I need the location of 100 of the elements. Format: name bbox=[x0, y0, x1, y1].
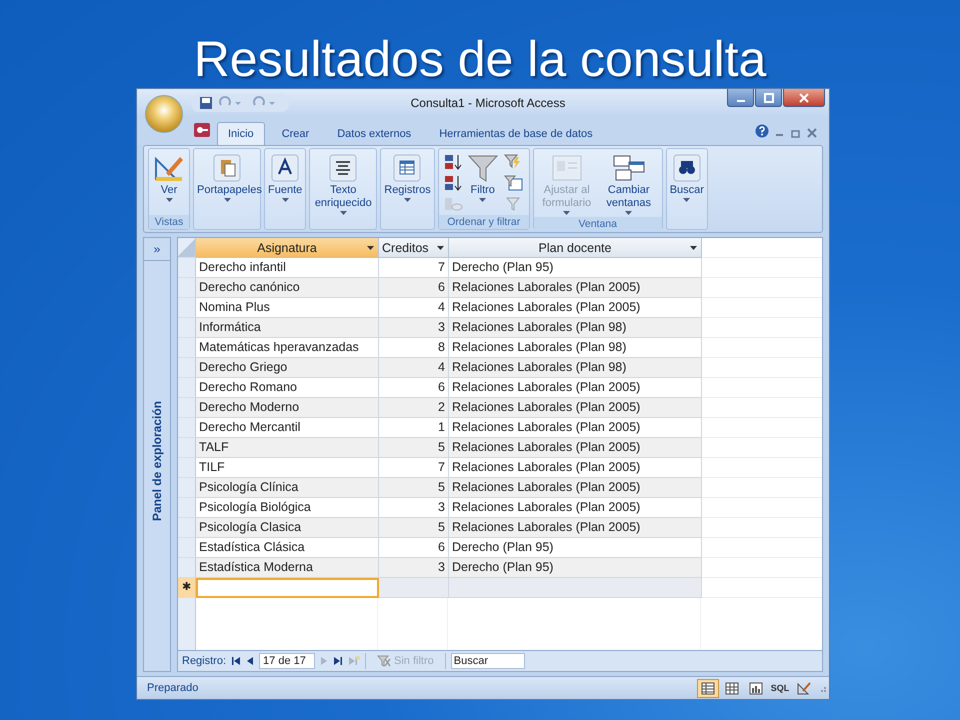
table-cell: 3 bbox=[379, 558, 449, 578]
close-button[interactable] bbox=[783, 89, 825, 107]
ribbon-tab[interactable]: Datos externos bbox=[326, 122, 422, 145]
key-icon bbox=[193, 121, 211, 139]
new-record-marker[interactable]: ✱ bbox=[178, 578, 196, 598]
ribbon-button[interactable]: Registros bbox=[383, 151, 432, 204]
table-cell: Psicología Clasica bbox=[196, 518, 379, 538]
ribbon-button[interactable]: Cambiar ventanas bbox=[598, 151, 660, 217]
table-cell: Relaciones Laborales (Plan 2005) bbox=[449, 278, 702, 298]
row-selector[interactable] bbox=[178, 398, 196, 418]
group-label: Vistas bbox=[149, 215, 189, 229]
caret-icon bbox=[683, 198, 690, 202]
office-button[interactable] bbox=[145, 95, 183, 133]
table-cell: 5 bbox=[379, 438, 449, 458]
datasheet-icon bbox=[701, 682, 715, 694]
table-cell: Derecho Moderno bbox=[196, 398, 379, 418]
row-selector[interactable] bbox=[178, 338, 196, 358]
search-field[interactable]: Buscar bbox=[450, 653, 525, 669]
table-cell: 5 bbox=[379, 478, 449, 498]
table-cell: Relaciones Laborales (Plan 98) bbox=[449, 318, 702, 338]
close-icon[interactable] bbox=[807, 128, 817, 138]
new-record-icon[interactable] bbox=[348, 656, 360, 666]
table-cell: 6 bbox=[379, 278, 449, 298]
pivot-chart-icon bbox=[749, 682, 763, 694]
row-selector[interactable] bbox=[178, 258, 196, 278]
ribbon-button[interactable]: Buscar bbox=[668, 151, 705, 204]
table-cell: Relaciones Laborales (Plan 2005) bbox=[449, 438, 702, 458]
row-selector[interactable] bbox=[178, 558, 196, 578]
maximize-button[interactable] bbox=[755, 89, 782, 107]
table-cell: 2 bbox=[379, 398, 449, 418]
caret-icon bbox=[404, 198, 411, 202]
window-title: Consulta1 - Microsoft Access bbox=[410, 96, 566, 110]
row-selector[interactable] bbox=[178, 318, 196, 338]
previous-record-icon[interactable] bbox=[246, 656, 254, 666]
table-cell: Relaciones Laborales (Plan 2005) bbox=[449, 478, 702, 498]
ribbon-button[interactable]: Filtro bbox=[464, 151, 501, 204]
form-icon bbox=[550, 153, 584, 183]
table-cell: 5 bbox=[379, 518, 449, 538]
sql-view-button[interactable]: SQL bbox=[769, 678, 791, 698]
save-icon[interactable] bbox=[199, 96, 213, 110]
row-selector[interactable] bbox=[178, 278, 196, 298]
ribbon-button[interactable]: Texto enriquecido bbox=[312, 151, 374, 217]
ribbon-button[interactable]: Fuente bbox=[267, 151, 304, 204]
row-selector[interactable] bbox=[178, 298, 196, 318]
record-position-field[interactable]: 17 de 17 bbox=[259, 653, 316, 669]
caret-icon bbox=[479, 198, 486, 202]
table-cell[interactable] bbox=[196, 578, 379, 598]
table-cell: 3 bbox=[379, 318, 449, 338]
group-label: Ventana bbox=[534, 217, 662, 231]
caret-icon bbox=[166, 198, 172, 202]
caret-icon bbox=[224, 198, 230, 202]
expand-pane-button[interactable]: » bbox=[144, 238, 170, 261]
row-selector[interactable] bbox=[178, 378, 196, 398]
restore-icon[interactable] bbox=[791, 128, 801, 138]
table-cell: Relaciones Laborales (Plan 2005) bbox=[449, 518, 702, 538]
ribbon-tab[interactable]: Crear bbox=[270, 122, 320, 145]
group-label: Ordenar y filtrar bbox=[438, 215, 529, 229]
row-selector[interactable] bbox=[178, 458, 196, 478]
row-selector[interactable] bbox=[178, 438, 196, 458]
table-cell: Estadística Moderna bbox=[196, 558, 379, 578]
row-selector[interactable] bbox=[178, 538, 196, 558]
sort-ascending-icon[interactable] bbox=[442, 153, 463, 171]
maximize-icon bbox=[764, 92, 774, 102]
row-selector[interactable] bbox=[178, 498, 196, 518]
row-selector[interactable] bbox=[178, 518, 196, 538]
column-header[interactable]: Plan docente bbox=[449, 238, 702, 258]
view-button[interactable] bbox=[697, 678, 719, 698]
sort-descending-icon[interactable] bbox=[442, 174, 463, 192]
last-record-icon[interactable] bbox=[333, 656, 344, 666]
row-selector[interactable] bbox=[178, 418, 196, 438]
row-selector[interactable] bbox=[178, 358, 196, 378]
column-header[interactable]: Creditos bbox=[379, 238, 449, 258]
column-header[interactable]: Asignatura bbox=[196, 238, 379, 258]
table-cell: Relaciones Laborales (Plan 2005) bbox=[449, 398, 702, 418]
ribbon-tab[interactable]: Herramientas de base de datos bbox=[428, 122, 604, 145]
caret-icon bbox=[282, 198, 289, 202]
caret-icon bbox=[563, 211, 570, 215]
table-cell: Derecho canónico bbox=[196, 278, 379, 298]
select-all-cell[interactable] bbox=[178, 238, 196, 258]
table-cell: Derecho Griego bbox=[196, 358, 379, 378]
windows-icon bbox=[612, 153, 646, 183]
caret-icon bbox=[625, 211, 632, 215]
close-icon bbox=[799, 92, 809, 102]
pivot-table-icon bbox=[725, 682, 739, 694]
first-record-icon[interactable] bbox=[231, 656, 242, 666]
slide-title: Resultados de la consulta bbox=[194, 30, 766, 88]
table-cell[interactable] bbox=[449, 578, 702, 598]
filter-form-icon[interactable] bbox=[502, 174, 525, 192]
next-record-icon[interactable] bbox=[320, 656, 328, 666]
table-cell: Informática bbox=[196, 318, 379, 338]
caret-icon bbox=[437, 246, 444, 250]
minimize-button[interactable] bbox=[727, 89, 754, 107]
caret-icon bbox=[690, 246, 697, 250]
row-selector[interactable] bbox=[178, 478, 196, 498]
ribbon-tab[interactable]: Inicio bbox=[217, 122, 265, 145]
ribbon-button[interactable]: Ver bbox=[151, 151, 187, 204]
funnel-icon bbox=[466, 153, 500, 183]
table-cell: Derecho (Plan 95) bbox=[449, 558, 702, 578]
table-cell[interactable] bbox=[379, 578, 449, 598]
help-icon[interactable] bbox=[755, 124, 769, 138]
